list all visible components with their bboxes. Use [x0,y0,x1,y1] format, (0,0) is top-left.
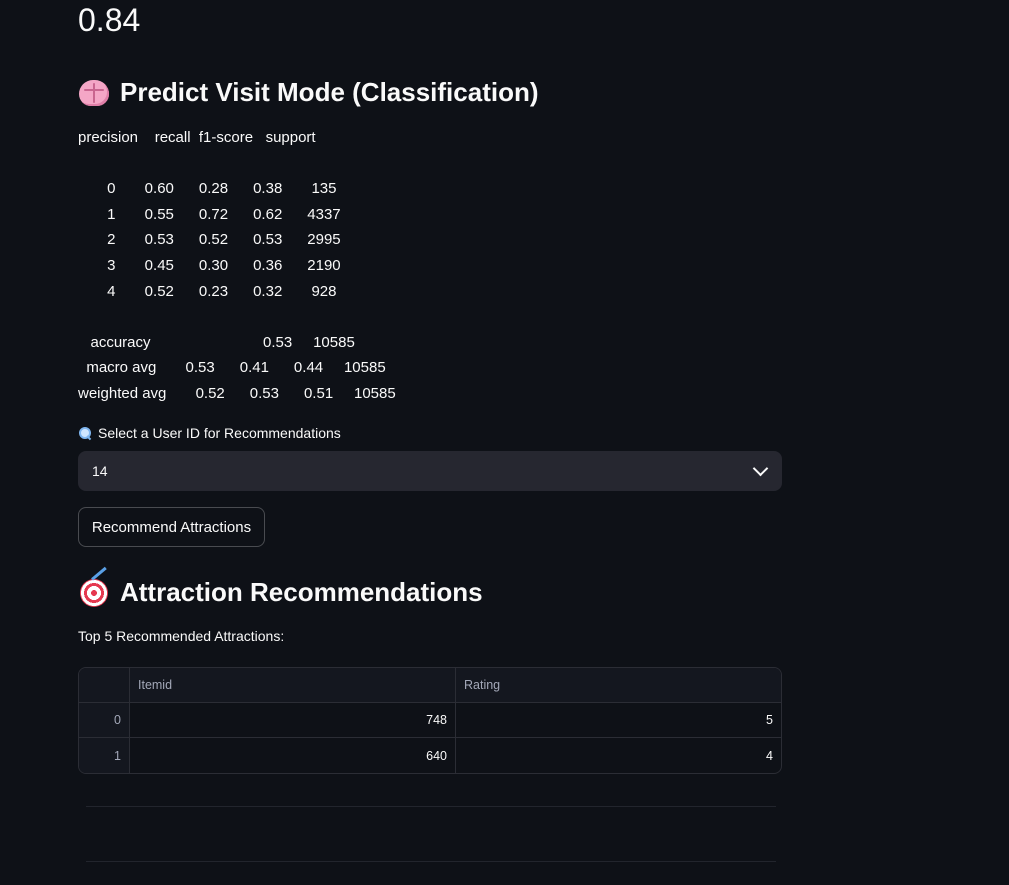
target-icon [78,566,110,608]
table-header-index [79,668,130,702]
user-select-label: Select a User ID for Recommendations [78,425,341,441]
metric-value: 0.84 [78,2,141,38]
brain-icon [78,76,110,108]
table-row-index: 0 [79,703,130,737]
user-id-selected-value: 14 [92,463,108,479]
table-header-row: Itemid Rating [79,668,781,703]
recommend-attractions-button[interactable]: Recommend Attractions [78,507,265,547]
recommendations-title: Attraction Recommendations [120,577,483,607]
report-accuracy: accuracy 0.53 10585 [78,334,355,351]
report-header: precision recall f1-score support [78,129,316,146]
recommendations-heading: Attraction Recommendations [78,566,483,610]
user-select-label-text: Select a User ID for Recommendations [98,425,341,441]
report-row-4: 4 0.52 0.23 0.32 928 [78,283,337,300]
table-cell-rating[interactable]: 5 [456,703,781,737]
table-cell-rating[interactable]: 4 [456,738,781,773]
chevron-down-icon[interactable] [752,460,769,477]
table-header-itemid[interactable]: Itemid [130,668,456,702]
report-weighted-avg: weighted avg 0.52 0.53 0.51 10585 [78,385,396,402]
table-row-index: 1 [79,738,130,773]
classification-title: Predict Visit Mode (Classification) [120,77,539,107]
recommendations-caption: Top 5 Recommended Attractions: [78,628,285,644]
table-row: 0 748 5 [79,703,781,738]
table-row: 1 640 4 [79,738,781,773]
report-row-1: 1 0.55 0.72 0.62 4337 [78,206,341,223]
report-row-0: 0 0.60 0.28 0.38 135 [78,180,337,197]
magnifier-icon [78,426,92,440]
user-id-select[interactable]: 14 [78,451,782,491]
table-header-rating[interactable]: Rating [456,668,781,702]
divider [86,861,776,862]
divider [86,806,776,807]
table-cell-itemid[interactable]: 640 [130,738,456,773]
report-macro-avg: macro avg 0.53 0.41 0.44 10585 [78,359,386,376]
report-row-3: 3 0.45 0.30 0.36 2190 [78,257,341,274]
report-row-2: 2 0.53 0.52 0.53 2995 [78,231,341,248]
classification-heading: Predict Visit Mode (Classification) [78,74,539,110]
table-cell-itemid[interactable]: 748 [130,703,456,737]
recommendations-table[interactable]: Itemid Rating 0 748 5 1 640 4 [78,667,782,774]
